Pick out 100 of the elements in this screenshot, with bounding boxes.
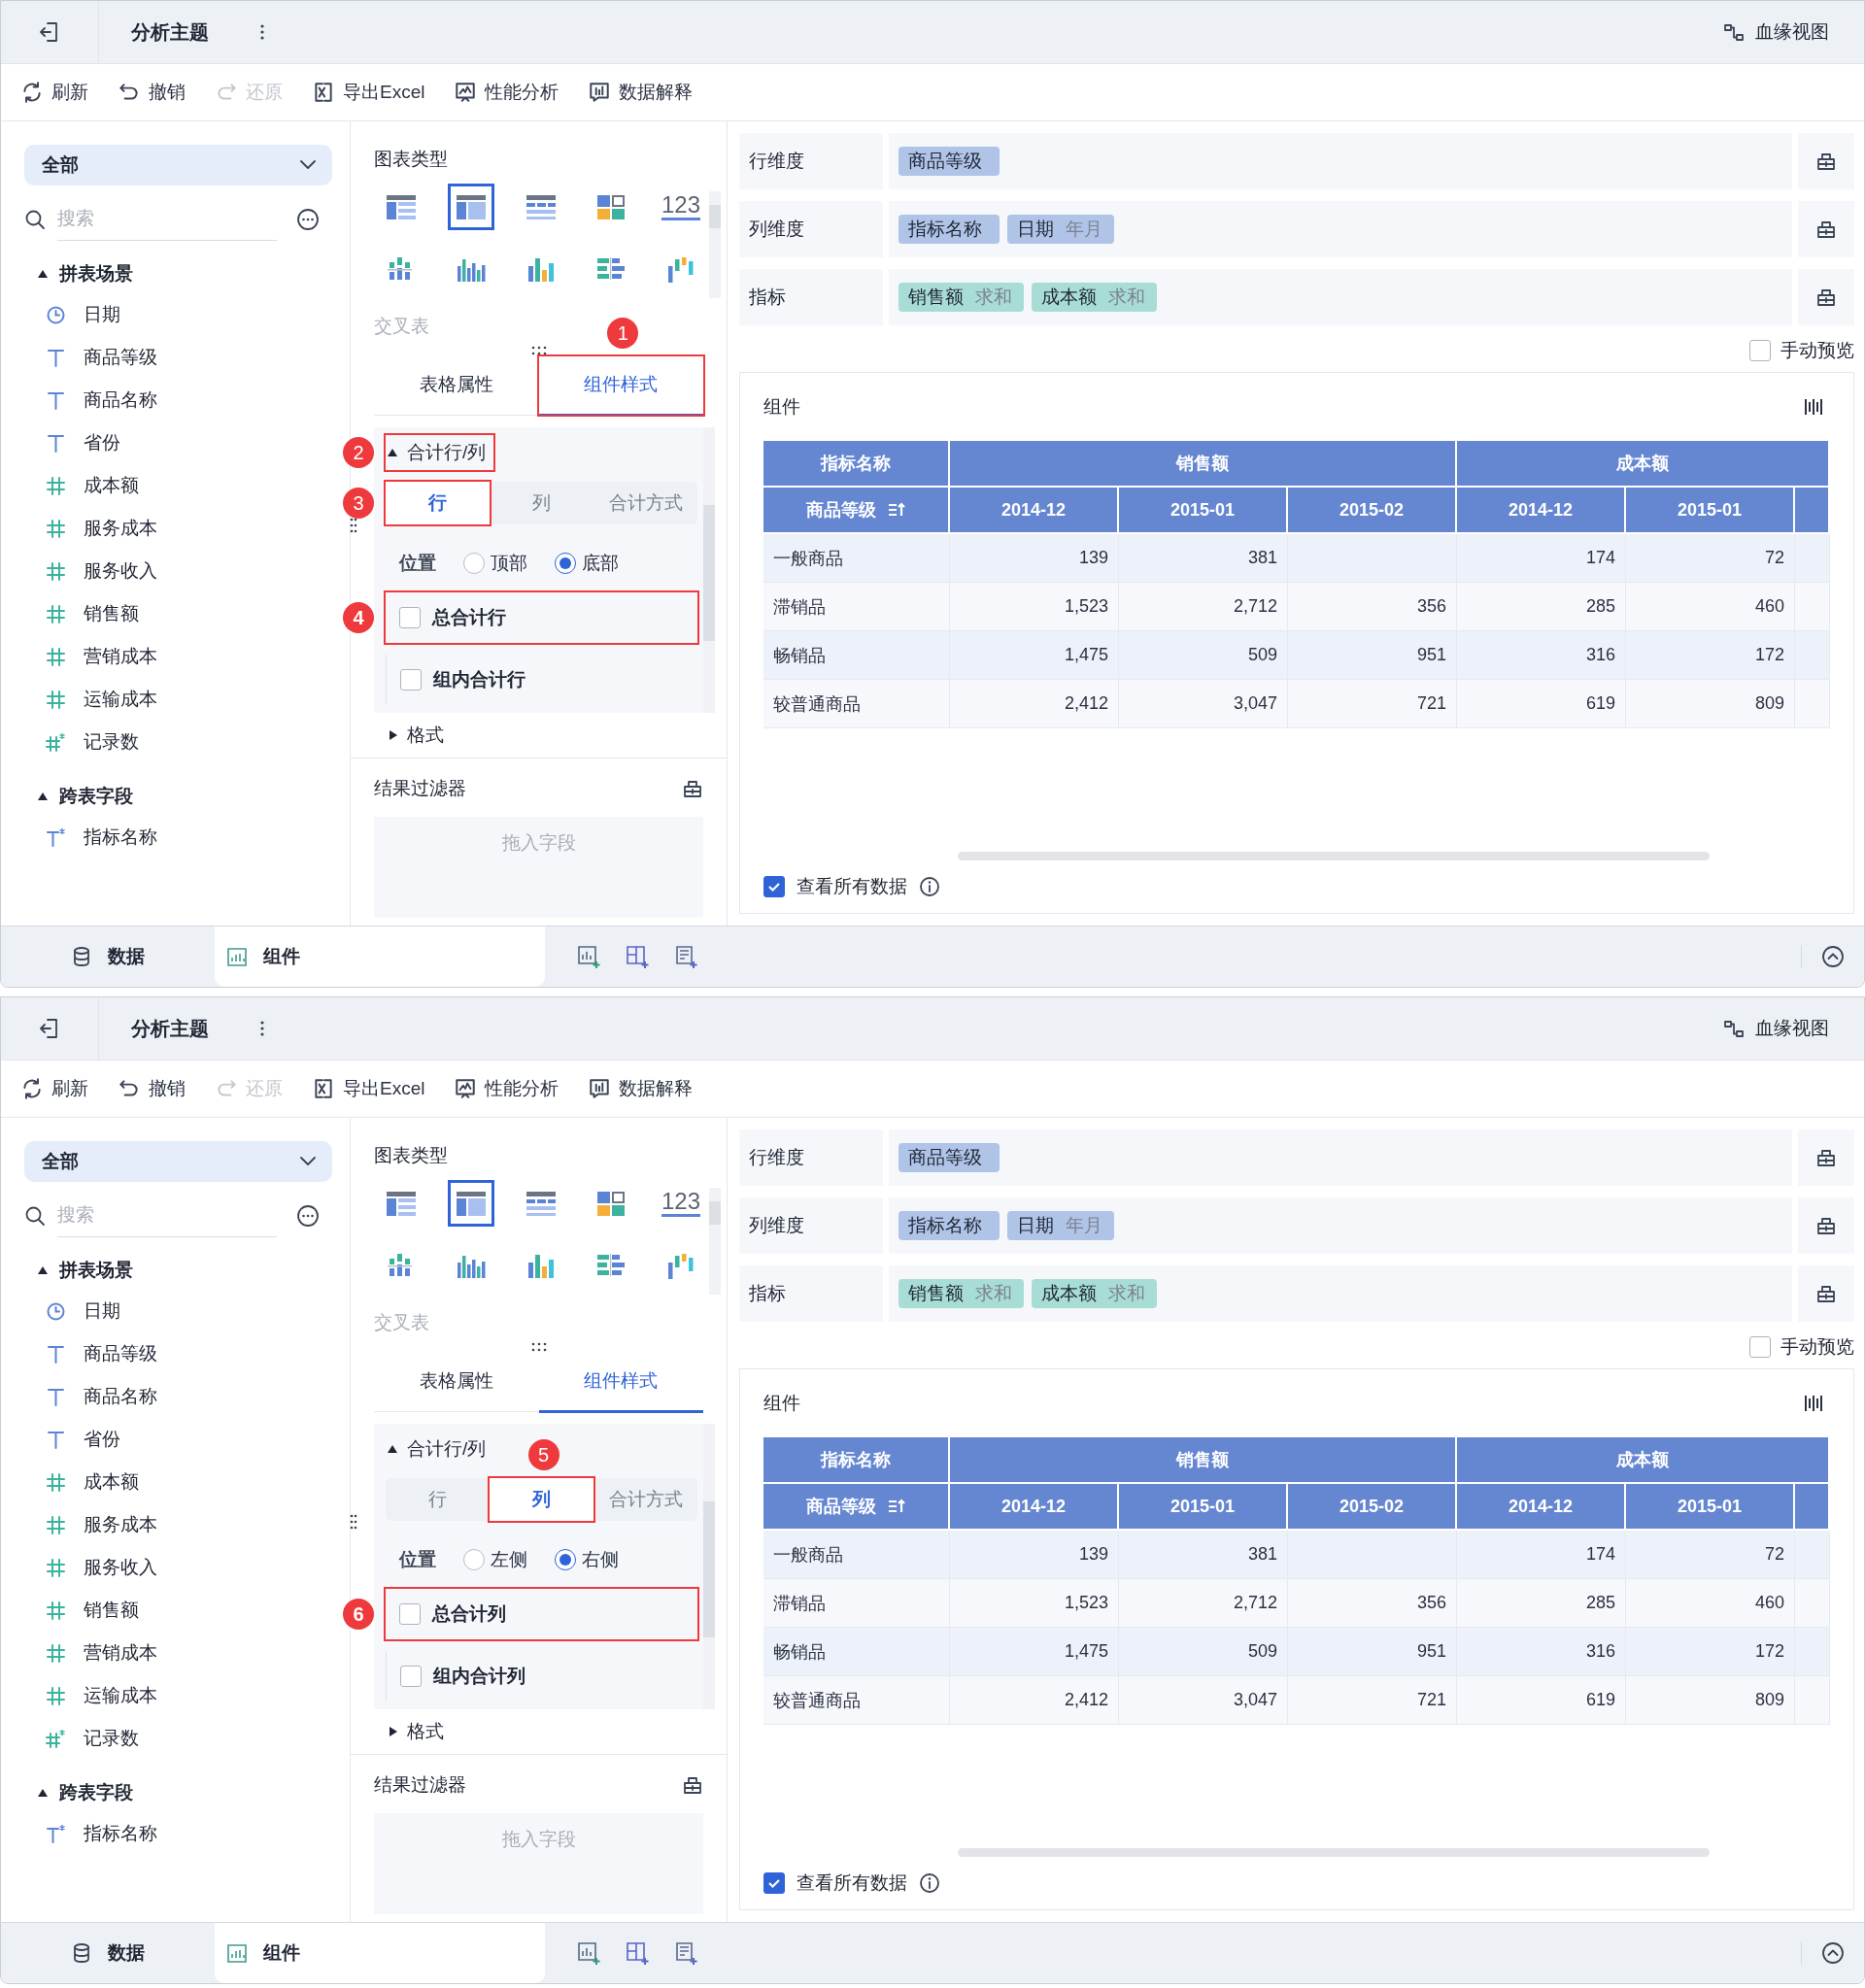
more-icon[interactable] [296, 207, 320, 231]
checkbox[interactable] [763, 1872, 785, 1894]
more-icon[interactable] [259, 1019, 265, 1038]
scrollbar[interactable] [709, 191, 721, 298]
info-icon[interactable] [919, 1872, 940, 1894]
expand-icon[interactable] [388, 449, 397, 456]
field-item[interactable]: 服务成本 [84, 516, 157, 541]
group-label[interactable]: 拼表场景 [59, 1258, 133, 1283]
expand-icon[interactable] [38, 1266, 48, 1274]
toolbar-button[interactable]: 性能分析 [454, 80, 560, 105]
field-chip[interactable]: 销售额 求和 [899, 1279, 1024, 1308]
field-item[interactable]: 记录数 [84, 1726, 139, 1751]
scope-dropdown[interactable]: 全部 [24, 1141, 332, 1182]
checkbox[interactable] [1749, 1336, 1771, 1358]
archive-icon[interactable] [1815, 151, 1837, 172]
scrollbar[interactable] [709, 1188, 721, 1295]
scrollbar[interactable] [703, 427, 715, 713]
expand-icon[interactable] [390, 730, 397, 740]
segment-option[interactable]: 行 [386, 482, 490, 524]
toolbar-button[interactable]: 撤销 [118, 80, 186, 105]
archive-icon[interactable] [1815, 286, 1837, 308]
checkbox[interactable] [399, 1603, 421, 1625]
resize-handle[interactable] [350, 1513, 357, 1531]
checkbox-label[interactable]: 手动预览 [1780, 1334, 1854, 1360]
checkbox-label[interactable]: 手动预览 [1780, 338, 1854, 363]
scrollbar[interactable] [703, 1424, 715, 1709]
barcode-icon[interactable] [1803, 1393, 1824, 1414]
checkbox-label[interactable]: 查看所有数据 [797, 874, 907, 899]
checkbox-label[interactable]: 查看所有数据 [797, 1870, 907, 1896]
field-chip[interactable]: 商品等级 [899, 1143, 1000, 1172]
field-item[interactable]: 商品等级 [84, 345, 157, 370]
segment-option[interactable]: 列 [490, 1478, 593, 1521]
field-chip[interactable]: 销售额 求和 [899, 283, 1024, 312]
field-chip[interactable]: 日期 年月 [1007, 215, 1114, 244]
field-chip[interactable]: 成本额 求和 [1032, 1279, 1157, 1308]
checkbox[interactable] [1749, 340, 1771, 361]
field-chip[interactable]: 指标名称 [899, 1211, 1000, 1240]
bottom-tab[interactable]: 数据 [1, 927, 215, 987]
field-item[interactable]: 指标名称 [84, 825, 157, 850]
archive-icon[interactable] [1815, 1147, 1837, 1168]
field-item[interactable]: 日期 [84, 302, 120, 327]
scrollbar[interactable] [958, 1848, 1710, 1857]
search-field[interactable]: 搜索 [57, 197, 277, 241]
sort-icon[interactable] [888, 501, 905, 519]
archive-icon[interactable] [1815, 1215, 1837, 1236]
toolbar-button[interactable]: 刷新 [20, 1076, 88, 1101]
scope-dropdown[interactable]: 全部 [24, 145, 332, 185]
checkbox[interactable] [399, 607, 421, 628]
toolbar-button[interactable]: 撤销 [118, 1076, 186, 1101]
group-label[interactable]: 跨表字段 [59, 1780, 133, 1805]
field-item[interactable]: 省份 [84, 1427, 120, 1452]
bottom-tab[interactable]: 组件 [215, 927, 545, 987]
toolbar-button[interactable]: 导出Excel [312, 80, 425, 105]
field-item[interactable]: 指标名称 [84, 1821, 157, 1846]
archive-icon[interactable] [1815, 219, 1837, 240]
checkbox[interactable] [400, 1666, 422, 1687]
toolbar-button[interactable]: 数据解释 [588, 80, 694, 105]
field-chip[interactable]: 指标名称 [899, 215, 1000, 244]
add-layout-icon[interactable] [625, 944, 650, 969]
expand-icon[interactable] [390, 1727, 397, 1736]
expand-icon[interactable] [388, 1445, 397, 1453]
chart-type-option[interactable]: 123 [658, 184, 704, 230]
radio-option[interactable]: 左侧 [463, 1547, 527, 1572]
group-label[interactable]: 跨表字段 [59, 784, 133, 809]
expand-icon[interactable] [38, 270, 48, 278]
field-item[interactable]: 记录数 [84, 729, 139, 755]
expand-icon[interactable] [38, 792, 48, 800]
config-tab[interactable]: 表格属性 [374, 356, 539, 417]
field-item[interactable]: 营销成本 [84, 644, 157, 669]
bottom-tab[interactable]: 数据 [1, 1923, 215, 1983]
add-report-icon[interactable] [673, 1940, 698, 1966]
add-report-icon[interactable] [673, 944, 698, 969]
chart-type-option[interactable]: 123 [658, 1180, 704, 1227]
field-item[interactable]: 商品名称 [84, 387, 157, 413]
radio-option[interactable]: 右侧 [555, 1547, 619, 1572]
search-icon[interactable] [24, 1204, 46, 1227]
config-tab[interactable]: 表格属性 [374, 1353, 539, 1413]
collapse-icon[interactable] [1821, 945, 1845, 968]
checkbox-label[interactable]: 组内合计列 [433, 1664, 526, 1689]
field-chip[interactable]: 日期 年月 [1007, 1211, 1114, 1240]
archive-icon[interactable] [682, 1774, 703, 1796]
field-item[interactable]: 省份 [84, 430, 120, 455]
radio-option[interactable]: 顶部 [463, 551, 527, 576]
field-chip[interactable]: 成本额 求和 [1032, 283, 1157, 312]
bottom-tab[interactable]: 组件 [215, 1923, 545, 1983]
chart-type-option[interactable] [448, 184, 494, 230]
info-icon[interactable] [919, 876, 940, 897]
toolbar-button[interactable]: 刷新 [20, 80, 88, 105]
segment-option[interactable]: 行 [386, 1478, 490, 1521]
search-icon[interactable] [24, 208, 46, 230]
field-item[interactable]: 成本额 [84, 1469, 139, 1495]
toolbar-button[interactable]: 性能分析 [454, 1076, 560, 1101]
config-tab[interactable]: 组件样式 [538, 356, 703, 417]
lineage-view-button[interactable]: 血缘视图 [1716, 1015, 1835, 1042]
search-field[interactable]: 搜索 [57, 1194, 277, 1237]
archive-icon[interactable] [1815, 1283, 1837, 1304]
field-item[interactable]: 运输成本 [84, 1683, 157, 1708]
field-item[interactable]: 销售额 [84, 601, 139, 626]
section-header[interactable]: 格式 [407, 723, 444, 748]
collapse-icon[interactable] [1821, 1941, 1845, 1965]
